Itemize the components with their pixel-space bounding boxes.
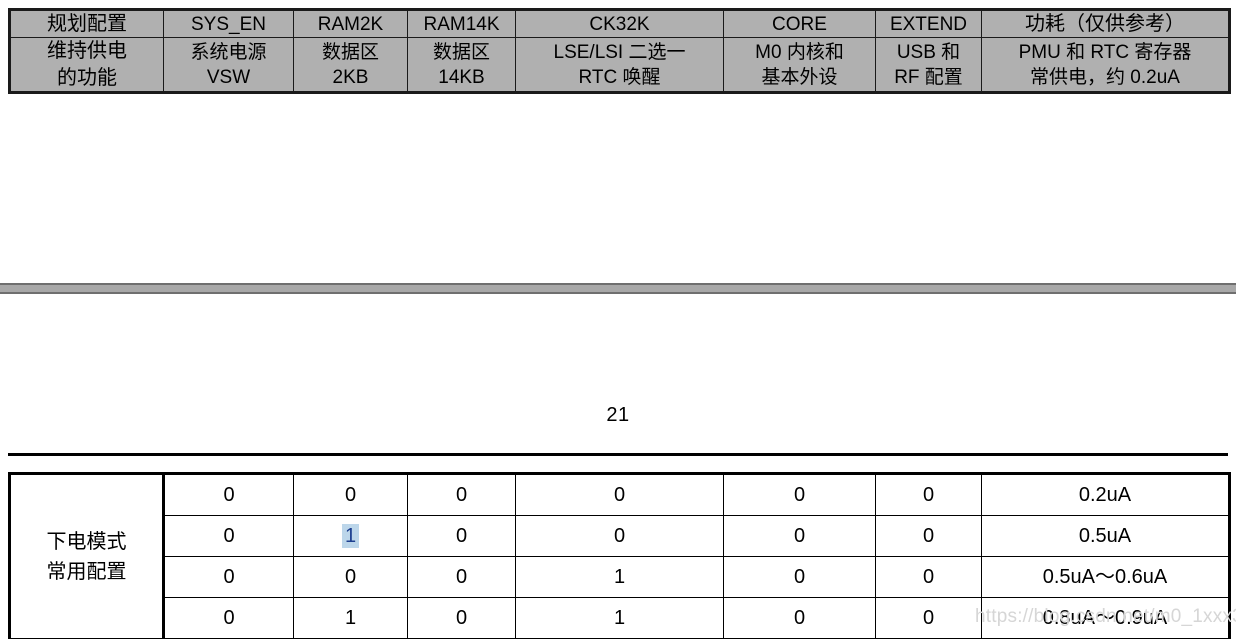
config-cell-ram2k[interactable]: 1 — [293, 597, 408, 639]
config-cell-value: 0 — [793, 483, 806, 506]
config-cell-ram2k[interactable]: 0 — [293, 556, 408, 598]
config-row-label: 下电模式 常用配置 — [8, 472, 165, 639]
config-cell-value: 0 — [793, 524, 806, 547]
config-cell-value: 0 — [344, 565, 357, 588]
table-row: 0 1 0 0 0 0 0.5uA — [10, 515, 1231, 557]
spec-header-ck32k: CK32K — [515, 7, 724, 39]
table-row: 0 1 0 1 0 0 0.8uA～0.9uA — [10, 597, 1231, 639]
spec-function-ram2k: 数据区 2KB — [293, 37, 408, 95]
power-spec-table: 规划配置 SYS_EN RAM2K RAM14K CK32K CORE EXTE… — [8, 7, 1231, 95]
config-cell-sys-en[interactable]: 0 — [163, 597, 294, 639]
spec-function-ck32k-line1: LSE/LSI 二选一 — [553, 41, 686, 63]
spec-function-ram2k-line2: 2KB — [332, 66, 369, 88]
spec-function-ram14k: 数据区 14KB — [407, 37, 516, 95]
spec-header-sys-en: SYS_EN — [163, 7, 294, 39]
spec-function-extend-line1: USB 和 — [896, 41, 961, 63]
config-cell-ck32k[interactable]: 1 — [515, 597, 724, 639]
config-cell-ram14k[interactable]: 0 — [407, 597, 516, 639]
spec-function-core-line2: 基本外设 — [761, 66, 838, 88]
config-cell-value: 0 — [455, 565, 468, 588]
config-cell-extend[interactable]: 0 — [875, 597, 982, 639]
config-cell-core[interactable]: 0 — [723, 472, 876, 516]
spec-function-power-line1: PMU 和 RTC 寄存器 — [1018, 41, 1192, 63]
config-cell-ram14k[interactable]: 0 — [407, 472, 516, 516]
config-cell-ram14k[interactable]: 0 — [407, 515, 516, 557]
spec-function-core: M0 内核和 基本外设 — [723, 37, 876, 95]
spec-header-plan: 规划配置 — [8, 7, 164, 39]
spec-header-extend: EXTEND — [875, 7, 982, 39]
config-cell-value: 0 — [455, 524, 468, 547]
config-cell-value: 0 — [922, 524, 935, 547]
spec-function-ck32k: LSE/LSI 二选一 RTC 唤醒 — [515, 37, 724, 95]
config-cell-core[interactable]: 0 — [723, 515, 876, 557]
spec-header-core: CORE — [723, 7, 876, 39]
config-cell-power: 0.5uA～0.6uA — [981, 556, 1231, 598]
spec-function-sys-en-line1: 系统电源 — [190, 41, 267, 63]
config-cell-ck32k[interactable]: 1 — [515, 556, 724, 598]
spec-function-ram14k-line2: 14KB — [438, 66, 485, 88]
spec-header-ram14k: RAM14K — [407, 7, 516, 39]
spec-function-sys-en: 系统电源 VSW — [163, 37, 294, 95]
config-cell-power: 0.5uA — [981, 515, 1231, 557]
config-cell-power: 0.2uA — [981, 472, 1231, 516]
config-cell-value: 1 — [344, 606, 357, 629]
config-cell-extend[interactable]: 0 — [875, 472, 982, 516]
config-cell-ram2k[interactable]: 0 — [293, 472, 408, 516]
table-row: 下电模式常用配置 0 0 0 0 0 0 0.2uA — [8, 472, 1231, 639]
spec-function-sys-en-line2: VSW — [206, 66, 251, 88]
config-cell-extend[interactable]: 0 — [875, 556, 982, 598]
spec-header-row: 规划配置 SYS_EN RAM2K RAM14K CK32K CORE EXTE… — [8, 7, 1231, 39]
spec-function-core-line1: M0 内核和 — [755, 41, 844, 63]
config-cell-value: 0 — [455, 606, 468, 629]
spec-function-extend: USB 和 RF 配置 — [875, 37, 982, 95]
config-cell-value: 1 — [341, 523, 360, 548]
page-number: 21 — [606, 404, 630, 426]
config-cell-value: 0 — [455, 483, 468, 506]
spec-function-power: PMU 和 RTC 寄存器 常供电，约 0.2uA — [981, 37, 1231, 95]
config-cell-sys-en[interactable]: 0 — [163, 472, 294, 516]
config-cell-sys-en[interactable]: 0 — [163, 556, 294, 598]
config-cell-value: 0 — [922, 565, 935, 588]
config-cell-value: 0 — [922, 483, 935, 506]
config-cell-value: 0 — [793, 565, 806, 588]
powerdown-config-table: 下电模式常用配置 0 0 0 0 0 0 0.2uA 0 1 0 0 0 0 0.5uA 0 0 0 1 0 0 0.5u… — [8, 472, 1231, 639]
spec-function-ram14k-line1: 数据区 — [432, 41, 490, 63]
config-cell-sys-en[interactable]: 0 — [163, 515, 294, 557]
config-cell-power: 0.8uA～0.9uA — [981, 597, 1231, 639]
config-cell-value: 0 — [223, 483, 235, 506]
config-cell-core[interactable]: 0 — [723, 597, 876, 639]
spec-header-ram2k: RAM2K — [293, 7, 408, 39]
table-row: 0 0 0 1 0 0 0.5uA～0.6uA — [10, 556, 1231, 598]
config-row-label-line1: 下电模式 — [46, 530, 127, 553]
config-cell-ram2k[interactable]: 1 — [293, 515, 408, 557]
config-cell-value: 0 — [793, 606, 806, 629]
config-cell-extend[interactable]: 0 — [875, 515, 982, 557]
config-cell-value: 0 — [613, 483, 626, 506]
spec-function-plan: 维持供电 的功能 — [8, 37, 164, 95]
config-cell-ram14k[interactable]: 0 — [407, 556, 516, 598]
config-cell-value: 1 — [613, 606, 626, 629]
page-separator-band — [0, 283, 1236, 294]
config-cell-ck32k[interactable]: 0 — [515, 515, 724, 557]
config-cell-ck32k[interactable]: 0 — [515, 472, 724, 516]
config-row-label-line2: 常用配置 — [46, 560, 127, 583]
config-cell-value: 0 — [613, 524, 626, 547]
config-cell-value: 0 — [922, 606, 935, 629]
config-cell-value: 0 — [223, 606, 235, 629]
spec-function-plan-line2: 的功能 — [57, 66, 117, 89]
spec-function-power-line2: 常供电，约 0.2uA — [1030, 66, 1180, 88]
horizontal-rule — [8, 453, 1228, 456]
spec-function-ck32k-line2: RTC 唤醒 — [578, 66, 661, 88]
spec-function-extend-line2: RF 配置 — [894, 66, 963, 88]
config-cell-value: 0 — [344, 483, 357, 506]
spec-function-ram2k-line1: 数据区 — [321, 41, 379, 63]
spec-function-plan-line1: 维持供电 — [47, 40, 127, 63]
config-cell-value: 0 — [223, 565, 235, 588]
spec-header-power: 功耗（仅供参考） — [981, 7, 1231, 39]
config-cell-value: 0 — [223, 524, 235, 547]
config-cell-core[interactable]: 0 — [723, 556, 876, 598]
config-cell-value: 1 — [613, 565, 626, 588]
spec-function-row: 维持供电 的功能 系统电源 VSW 数据区 2KB 数据区 14KB LSE/L… — [8, 37, 1231, 95]
